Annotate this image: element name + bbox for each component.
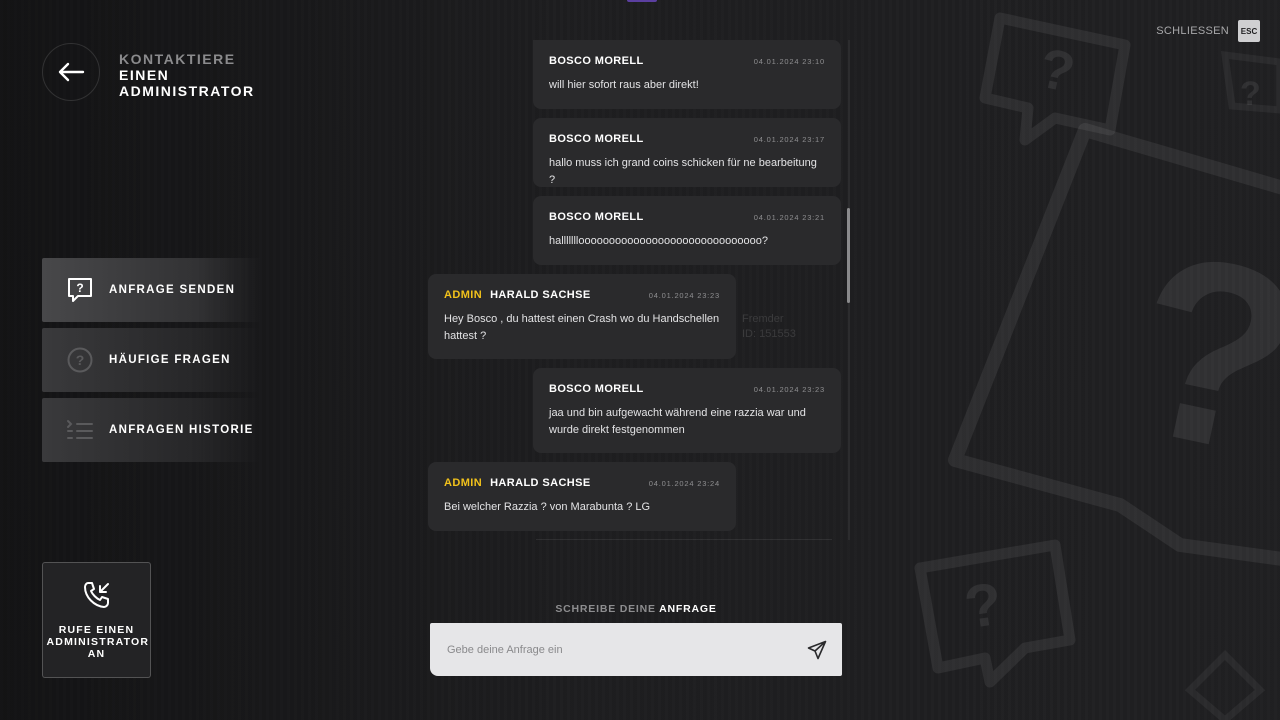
message-author: HARALD SACHSE xyxy=(490,477,591,489)
menu-item-label: ANFRAGEN HISTORIE xyxy=(109,424,254,436)
chat-message: BOSCO MORELL 04.01.2024 23:17 hallo muss… xyxy=(533,118,841,187)
page-title-line3: ADMINISTRATOR xyxy=(119,83,255,99)
message-time: 04.01.2024 23:17 xyxy=(753,134,825,144)
message-text: hallo muss ich grand coins schicken für … xyxy=(549,157,817,186)
chat-message: BOSCO MORELL 04.01.2024 23:10 will hier … xyxy=(533,40,841,109)
question-circle-icon: ? xyxy=(63,343,97,377)
composer xyxy=(430,623,842,676)
message-time: 04.01.2024 23:10 xyxy=(753,56,825,66)
chat-message: ADMIN HARALD SACHSE 04.01.2024 23:24 Bei… xyxy=(428,462,736,531)
message-author: HARALD SACHSE xyxy=(490,289,591,301)
send-button[interactable] xyxy=(792,623,842,676)
chat-message: ADMIN HARALD SACHSE 04.01.2024 23:23 Hey… xyxy=(428,274,736,359)
message-time: 04.01.2024 23:24 xyxy=(648,478,720,488)
menu-item-label: HÄUFIGE FRAGEN xyxy=(109,354,231,366)
svg-text:?: ? xyxy=(76,281,83,295)
chat-message: BOSCO MORELL 04.01.2024 23:23 jaa und bi… xyxy=(533,368,841,453)
arrow-left-icon xyxy=(58,62,85,82)
message-time: 04.01.2024 23:23 xyxy=(648,290,720,300)
question-bubble-icon: ? xyxy=(63,273,97,307)
message-text: Bei welcher Razzia ? von Marabunta ? LG xyxy=(444,501,651,513)
close-label: SCHLIESSEN xyxy=(1156,25,1229,37)
chat-scrollbar-thumb[interactable] xyxy=(847,208,850,303)
call-admin-label: RUFE EINEN ADMINISTRATOR AN xyxy=(46,624,150,660)
message-time: 04.01.2024 23:23 xyxy=(753,384,825,394)
message-role-badge: ADMIN xyxy=(444,289,483,301)
message-role-badge: ADMIN xyxy=(444,477,483,489)
page-title-line1: KONTAKTIERE xyxy=(119,51,236,67)
message-text: hallllllloooooooooooooooooooooooooooooo? xyxy=(549,235,768,247)
message-text: Hey Bosco , du hattest einen Crash wo du… xyxy=(444,313,720,342)
chat-divider xyxy=(536,539,832,540)
message-author: BOSCO MORELL xyxy=(549,55,644,67)
esc-key-badge: ESC xyxy=(1238,20,1260,42)
close-button[interactable]: SCHLIESSEN ESC xyxy=(1156,20,1260,42)
menu-item-anfragen-historie[interactable]: ANFRAGEN HISTORIE xyxy=(42,398,262,462)
page-title: KONTAKTIERE EINEN ADMINISTRATOR xyxy=(119,51,255,99)
menu-item-label: ANFRAGE SENDEN xyxy=(109,284,236,296)
page-title-line2: EINEN xyxy=(119,67,170,83)
request-input[interactable] xyxy=(430,623,792,676)
menu-item-anfrage-senden[interactable]: ? ANFRAGE SENDEN xyxy=(42,258,262,322)
phone-incoming-icon xyxy=(82,580,112,612)
message-text: jaa und bin aufgewacht während eine razz… xyxy=(549,407,806,436)
message-text: will hier sofort raus aber direkt! xyxy=(549,79,699,91)
composer-label: SCHREIBE DEINE ANFRAGE xyxy=(430,603,842,615)
chat-messages[interactable]: BOSCO MORELL 04.01.2024 23:10 will hier … xyxy=(428,0,842,540)
composer-label-prefix: SCHREIBE DEINE xyxy=(555,603,656,615)
list-icon xyxy=(63,413,97,447)
back-button[interactable] xyxy=(42,43,100,101)
chat-message: BOSCO MORELL 04.01.2024 23:21 halllllllo… xyxy=(533,196,841,265)
svg-text:?: ? xyxy=(76,352,85,368)
message-author: BOSCO MORELL xyxy=(549,383,644,395)
message-author: BOSCO MORELL xyxy=(549,211,644,223)
message-author: BOSCO MORELL xyxy=(549,133,644,145)
call-admin-button[interactable]: RUFE EINEN ADMINISTRATOR AN xyxy=(42,562,151,678)
send-icon xyxy=(807,640,827,659)
composer-label-emphasis: ANFRAGE xyxy=(659,603,717,615)
menu-item-haeufige-fragen[interactable]: ? HÄUFIGE FRAGEN xyxy=(42,328,262,392)
message-time: 04.01.2024 23:21 xyxy=(753,212,825,222)
